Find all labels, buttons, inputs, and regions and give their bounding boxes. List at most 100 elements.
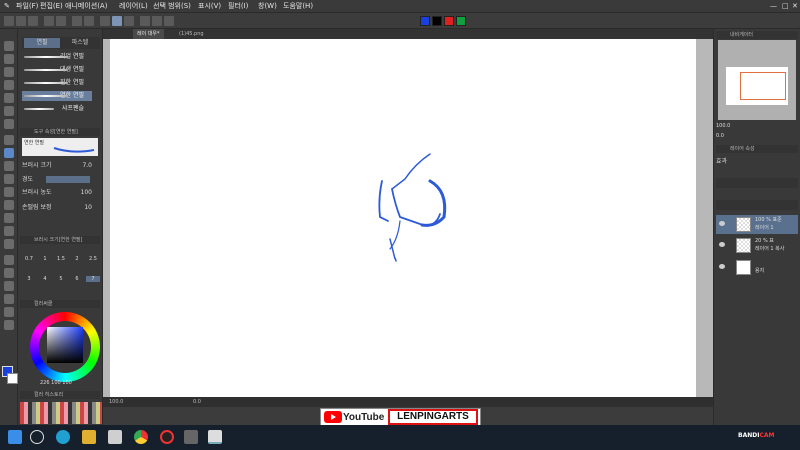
close-icon[interactable]: ✕ <box>792 1 798 12</box>
angle-readout[interactable]: 0.0 <box>193 397 201 407</box>
tab-pencil[interactable]: 연필 <box>24 38 60 48</box>
navigator-angle[interactable]: 0.0 <box>716 133 724 139</box>
menu-edit[interactable]: 편집(E) <box>40 1 63 12</box>
color-square[interactable] <box>47 327 83 363</box>
tab-document-2[interactable]: (1)45.png <box>175 29 208 39</box>
zoom-readout[interactable]: 100.0 <box>109 397 123 407</box>
snap-ruler-icon[interactable] <box>112 16 122 26</box>
color-history-palette[interactable] <box>20 402 102 424</box>
size-option[interactable]: 1.5 <box>54 256 68 262</box>
brush-item[interactable]: 진한 연필 <box>22 78 92 88</box>
save-icon[interactable] <box>28 16 38 26</box>
navigator-frame[interactable] <box>740 72 786 100</box>
pencil-icon[interactable] <box>4 148 14 158</box>
menu-file[interactable]: 파일(F) <box>16 1 38 12</box>
record-icon[interactable] <box>160 430 174 444</box>
brush-item[interactable]: 리얼 연필 <box>22 52 92 62</box>
figure-icon[interactable] <box>4 255 14 265</box>
size-option[interactable]: 6 <box>70 276 84 282</box>
zoom-icon[interactable] <box>4 41 14 51</box>
minimize-icon[interactable]: — <box>770 1 777 12</box>
selection-icon[interactable] <box>4 93 14 103</box>
windows-start-icon[interactable] <box>8 430 22 444</box>
airbrush-icon[interactable] <box>4 174 14 184</box>
size-option-selected[interactable]: 7 <box>86 276 100 282</box>
menu-selection[interactable]: 선택 범위(S) <box>153 1 191 12</box>
brush-icon[interactable] <box>4 161 14 171</box>
eraser-icon[interactable] <box>4 200 14 210</box>
menu-help[interactable]: 도움말(H) <box>283 1 313 12</box>
size-option[interactable]: 2.5 <box>86 256 100 262</box>
size-option[interactable]: 3 <box>22 276 36 282</box>
frame-icon[interactable] <box>4 268 14 278</box>
app-icon[interactable] <box>184 430 198 444</box>
brush-pressure-icon[interactable] <box>152 16 162 26</box>
layer-row-selected[interactable]: 100 % 표준 레이어 1 <box>716 215 798 234</box>
maximize-icon[interactable]: □ <box>782 1 789 12</box>
menu-filter[interactable]: 필터(I) <box>228 1 248 12</box>
size-option[interactable]: 4 <box>38 276 52 282</box>
eye-icon[interactable] <box>719 242 725 247</box>
layer-row[interactable]: 용지 <box>716 258 798 277</box>
eyedropper-icon[interactable] <box>4 119 14 129</box>
size-option[interactable]: 5 <box>54 276 68 282</box>
eye-icon[interactable] <box>719 221 725 226</box>
brush-density-value[interactable]: 100 <box>81 188 92 197</box>
brush-item[interactable]: 데생 연필 <box>22 65 92 75</box>
menu-window[interactable]: 창(W) <box>258 1 277 12</box>
color-swatch-red[interactable] <box>444 16 454 26</box>
brush-density-row[interactable]: 브러시 농도 100 <box>22 188 94 197</box>
pen-icon[interactable] <box>4 135 14 145</box>
new-file-icon[interactable] <box>4 16 14 26</box>
stabilization-value[interactable]: 10 <box>84 203 92 212</box>
color-swatch-black[interactable] <box>432 16 442 26</box>
tab-document-1[interactable]: 레이 대우* <box>133 29 164 39</box>
store-icon[interactable] <box>108 430 122 444</box>
gradient-icon[interactable] <box>4 239 14 249</box>
open-file-icon[interactable] <box>16 16 26 26</box>
drawing-canvas[interactable] <box>110 39 696 400</box>
correct-line-icon[interactable] <box>4 320 14 330</box>
color-swatch-blue[interactable] <box>420 16 430 26</box>
auto-select-icon[interactable] <box>4 106 14 116</box>
chrome-icon[interactable] <box>134 430 148 444</box>
settings-icon[interactable] <box>164 16 174 26</box>
fill-icon[interactable] <box>84 16 94 26</box>
layer-row[interactable]: 20 % 표 레이어 1 복사 <box>716 236 798 255</box>
size-option[interactable]: 2 <box>70 256 84 262</box>
redo-icon[interactable] <box>56 16 66 26</box>
brush-size-row[interactable]: 브러시 크기 7.0 <box>22 161 94 170</box>
menu-view[interactable]: 표시(V) <box>198 1 221 12</box>
clip-studio-icon[interactable] <box>208 430 222 444</box>
brush-shape-icon[interactable] <box>140 16 150 26</box>
undo-icon[interactable] <box>44 16 54 26</box>
move-layer-icon[interactable] <box>4 80 14 90</box>
operation-icon[interactable] <box>4 67 14 77</box>
text-icon[interactable] <box>4 294 14 304</box>
size-option[interactable]: 0.7 <box>22 256 36 262</box>
clear-icon[interactable] <box>72 16 82 26</box>
blend-icon[interactable] <box>4 213 14 223</box>
hardness-row[interactable]: 경도 <box>22 175 94 184</box>
file-explorer-icon[interactable] <box>82 430 96 444</box>
balloon-icon[interactable] <box>4 307 14 317</box>
stabilization-row[interactable]: 손떨림 보정 10 <box>22 203 94 212</box>
search-icon[interactable] <box>30 430 44 444</box>
brush-size-value[interactable]: 7.0 <box>82 161 92 170</box>
snap-grid-icon[interactable] <box>124 16 134 26</box>
brush-item[interactable]: 샤프펜슬 <box>22 104 92 114</box>
ruler-icon[interactable] <box>4 281 14 291</box>
eye-icon[interactable] <box>719 264 725 269</box>
color-swatch-green[interactable] <box>456 16 466 26</box>
size-option[interactable]: 1 <box>38 256 52 262</box>
tab-pastel[interactable]: 파스텔 <box>62 38 98 48</box>
brush-item-selected[interactable]: 연한 연필 <box>22 91 92 101</box>
navigator-zoom[interactable]: 100.0 <box>716 123 730 129</box>
menu-animation[interactable]: 애니메이션(A) <box>65 1 107 12</box>
edge-icon[interactable] <box>56 430 70 444</box>
sub-color-swatch[interactable] <box>7 373 18 384</box>
decoration-icon[interactable] <box>4 187 14 197</box>
fill-tool-icon[interactable] <box>4 226 14 236</box>
menu-layer[interactable]: 레이어(L) <box>119 1 148 12</box>
transform-icon[interactable] <box>100 16 110 26</box>
